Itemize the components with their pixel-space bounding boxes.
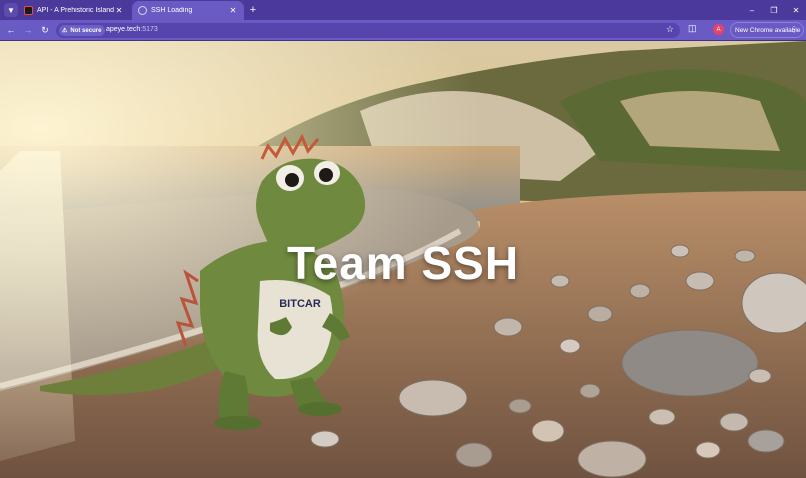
tab-favicon-icon bbox=[138, 6, 147, 15]
tab-title: SSH Loading bbox=[151, 7, 193, 14]
security-label: Not secure bbox=[70, 27, 102, 34]
page-headline: Team SSH bbox=[286, 237, 520, 289]
extensions-icon[interactable]: ◫ bbox=[688, 23, 697, 34]
url-host: apeye.tech bbox=[106, 26, 141, 33]
warning-icon: ⚠ bbox=[62, 28, 68, 34]
new-tab-plus-icon[interactable]: + bbox=[246, 3, 260, 17]
window-close-icon[interactable]: ✕ bbox=[786, 2, 806, 18]
profile-avatar[interactable]: A bbox=[713, 24, 724, 35]
star-icon[interactable]: ☆ bbox=[666, 24, 674, 35]
back-arrow-icon[interactable]: ← bbox=[4, 23, 18, 37]
restore-icon[interactable]: ❐ bbox=[764, 2, 784, 18]
tab-title: API - A Prehistoric Island bbox=[37, 7, 114, 14]
minimize-icon[interactable]: – bbox=[742, 2, 762, 18]
address-bar[interactable]: ⚠ Not secure apeye.tech:5173 ☆ bbox=[56, 23, 680, 38]
close-icon[interactable]: ✕ bbox=[114, 6, 124, 15]
tab-favicon-icon bbox=[24, 6, 33, 15]
close-icon[interactable]: ✕ bbox=[228, 6, 238, 15]
reload-icon[interactable]: ↻ bbox=[38, 23, 52, 37]
tab-search-chevron-down-icon[interactable]: ▼ bbox=[4, 3, 18, 17]
tab-api-prehistoric-island[interactable]: API - A Prehistoric Island ✕ bbox=[18, 1, 130, 20]
page-content: BITCAR Team SSH bbox=[0, 41, 806, 478]
more-vert-icon[interactable]: ⋮ bbox=[790, 25, 798, 34]
url-text[interactable]: apeye.tech:5173 bbox=[106, 26, 158, 33]
tab-ssh-loading[interactable]: SSH Loading ✕ bbox=[132, 1, 244, 20]
security-chip[interactable]: ⚠ Not secure bbox=[59, 25, 106, 36]
update-chrome-button[interactable]: New Chrome available ⋮ bbox=[730, 22, 804, 38]
shirt-text: BITCAR bbox=[279, 298, 321, 310]
browser-toolbar: ← → ↻ ⚠ Not secure apeye.tech:5173 ☆ ◫ A… bbox=[0, 20, 806, 40]
url-port: :5173 bbox=[140, 26, 158, 33]
tab-strip: ▼ API - A Prehistoric Island ✕ SSH Loadi… bbox=[0, 0, 806, 20]
forward-arrow-icon[interactable]: → bbox=[21, 23, 35, 37]
